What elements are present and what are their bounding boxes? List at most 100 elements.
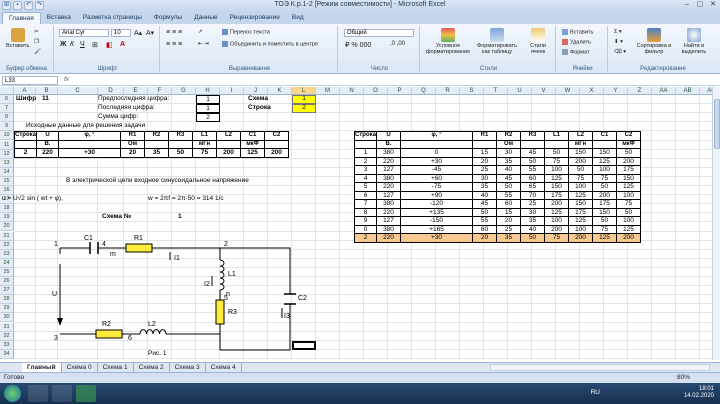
table-cell[interactable]: 55 bbox=[472, 216, 497, 226]
table-cell[interactable]: 40 bbox=[496, 165, 521, 175]
table-cell[interactable]: 20 bbox=[120, 148, 145, 158]
row-header[interactable]: 9 bbox=[0, 122, 14, 132]
table-cell[interactable]: 175 bbox=[544, 190, 569, 201]
column-header[interactable]: N bbox=[340, 87, 364, 95]
table-cell[interactable]: 75 bbox=[592, 224, 617, 235]
table-header-cell[interactable]: C2 bbox=[264, 131, 289, 141]
table-cell[interactable]: 127 bbox=[376, 216, 401, 226]
sheet-tab-scheme-1[interactable]: Схема 1 bbox=[98, 363, 134, 372]
table-cell[interactable]: 60 bbox=[520, 173, 545, 184]
delete-cells-button[interactable]: Удалить bbox=[562, 39, 591, 45]
table-cell[interactable]: 150 bbox=[544, 182, 569, 192]
language-indicator[interactable]: RU bbox=[591, 389, 600, 396]
format-cells-button[interactable]: Формат bbox=[562, 49, 590, 55]
table-cell[interactable]: 75 bbox=[568, 173, 593, 184]
table-header-cell[interactable]: L2 bbox=[568, 131, 593, 141]
table-cell[interactable]: 50 bbox=[592, 216, 617, 226]
close-button[interactable]: ✕ bbox=[708, 1, 718, 9]
column-header[interactable]: B bbox=[36, 87, 58, 95]
row-header[interactable]: 32 bbox=[0, 331, 14, 341]
column-header[interactable]: Z bbox=[628, 87, 652, 95]
decimal-icon[interactable]: ,0 ,00 bbox=[390, 41, 405, 47]
table-cell[interactable]: 50 bbox=[520, 156, 545, 167]
tab-view[interactable]: Вид bbox=[286, 12, 310, 24]
table-cell[interactable]: 100 bbox=[592, 165, 617, 175]
table-cell[interactable]: 25 bbox=[472, 165, 497, 175]
table-cell[interactable]: 2 bbox=[354, 233, 377, 243]
scheme-label[interactable]: Схема bbox=[248, 95, 268, 103]
table-cell[interactable]: +135 bbox=[400, 207, 473, 218]
sheet-tab-scheme-4[interactable]: Схема 4 bbox=[206, 363, 242, 372]
row-header[interactable]: 22 bbox=[0, 240, 14, 250]
table-cell[interactable]: 60 bbox=[496, 199, 521, 209]
row-header[interactable]: 15 bbox=[0, 176, 14, 186]
name-box[interactable]: L33 bbox=[2, 76, 58, 85]
table-cell[interactable]: +90 bbox=[400, 190, 473, 201]
penult-label[interactable]: Предпоследняя цифра: bbox=[98, 95, 169, 103]
table-cell[interactable]: +60 bbox=[400, 173, 473, 184]
sheet-tab-main[interactable]: Главный bbox=[22, 363, 62, 372]
table-unit-cell[interactable] bbox=[216, 139, 241, 150]
table-cell[interactable]: 9 bbox=[354, 216, 377, 226]
system-clock[interactable]: 18:01 14.02.2020 bbox=[684, 386, 714, 400]
font-color-icon[interactable]: A bbox=[120, 41, 125, 48]
copy-icon[interactable]: ❐ bbox=[34, 39, 39, 45]
table-unit-cell[interactable] bbox=[544, 139, 569, 150]
cell-styles-button[interactable]: Стили ячеек bbox=[524, 28, 552, 55]
tab-page-layout[interactable]: Разметка страницы bbox=[77, 12, 148, 24]
table-cell[interactable]: 380 bbox=[376, 199, 401, 209]
table-cell[interactable]: 175 bbox=[592, 199, 617, 209]
table-cell[interactable]: +30 bbox=[58, 148, 121, 158]
table-cell[interactable]: 25 bbox=[496, 224, 521, 235]
row-header[interactable]: 26 bbox=[0, 277, 14, 287]
select-all-corner[interactable] bbox=[0, 87, 14, 95]
wrap-text-button[interactable]: Перенос текста bbox=[222, 29, 270, 35]
table-header-cell[interactable]: U bbox=[36, 131, 59, 141]
table-cell[interactable]: 0 bbox=[354, 224, 377, 235]
cipher-label[interactable]: Шифр bbox=[16, 95, 36, 103]
table-cell[interactable]: 60 bbox=[472, 224, 497, 235]
sheet-tab-scheme-0[interactable]: Схема 0 bbox=[62, 363, 98, 372]
row-header[interactable]: 21 bbox=[0, 231, 14, 241]
table-cell[interactable]: 30 bbox=[496, 148, 521, 158]
row-header[interactable]: 27 bbox=[0, 286, 14, 296]
row-header[interactable]: 8 bbox=[0, 113, 14, 123]
column-header[interactable]: A bbox=[14, 87, 36, 95]
table-unit-cell[interactable] bbox=[168, 139, 193, 150]
table-cell[interactable]: 127 bbox=[376, 165, 401, 175]
row-header[interactable]: 7 bbox=[0, 104, 14, 114]
table-cell[interactable]: 125 bbox=[592, 156, 617, 167]
table-header-cell[interactable]: R1 bbox=[472, 131, 497, 141]
row-header[interactable]: 31 bbox=[0, 322, 14, 332]
column-header[interactable]: K bbox=[268, 87, 292, 95]
row-header[interactable]: 6 bbox=[0, 95, 14, 105]
column-header[interactable]: I bbox=[220, 87, 244, 95]
table-cell[interactable]: 30 bbox=[472, 173, 497, 184]
table-unit-cell[interactable]: мкФ bbox=[616, 139, 641, 150]
table-header-cell[interactable]: R2 bbox=[496, 131, 521, 141]
table-cell[interactable]: 20 bbox=[472, 233, 497, 243]
taskbar-excel-icon[interactable] bbox=[76, 385, 96, 402]
row-header[interactable]: 14 bbox=[0, 167, 14, 177]
circuit-description[interactable]: В электрической цепи входное синусоидаль… bbox=[66, 177, 249, 185]
table-cell[interactable]: 220 bbox=[376, 182, 401, 192]
table-cell[interactable]: 50 bbox=[472, 207, 497, 218]
table-unit-cell[interactable] bbox=[520, 139, 545, 150]
table-cell[interactable]: 220 bbox=[36, 148, 59, 158]
table-header-cell[interactable]: C2 bbox=[616, 131, 641, 141]
table-header-cell[interactable]: φ, ° bbox=[400, 131, 473, 141]
table-cell[interactable]: 50 bbox=[616, 207, 641, 218]
column-header[interactable]: AB bbox=[676, 87, 700, 95]
table-cell[interactable]: 50 bbox=[568, 165, 593, 175]
table-cell[interactable]: 75 bbox=[616, 199, 641, 209]
row-header[interactable]: 12 bbox=[0, 149, 14, 159]
table-cell[interactable]: 2 bbox=[354, 156, 377, 167]
table-header-cell[interactable]: R2 bbox=[144, 131, 169, 141]
scheme-number-label[interactable]: Схема № bbox=[102, 213, 131, 221]
column-header[interactable]: E bbox=[124, 87, 148, 95]
table-cell[interactable]: 20 bbox=[496, 216, 521, 226]
bold-button[interactable]: Ж bbox=[60, 41, 66, 48]
table-cell[interactable]: 200 bbox=[544, 199, 569, 209]
number-format-combo[interactable]: Общий bbox=[344, 29, 414, 37]
table-cell[interactable]: 75 bbox=[544, 233, 569, 243]
